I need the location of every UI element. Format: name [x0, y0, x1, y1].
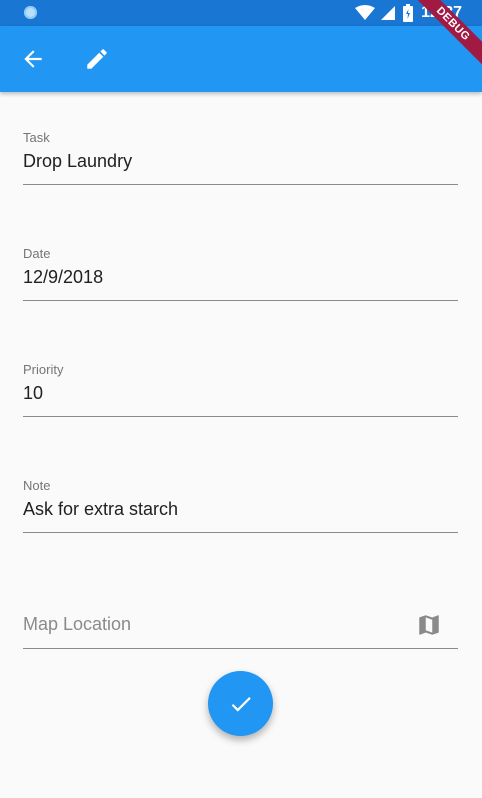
status-icons: 12:37	[355, 3, 462, 23]
note-field[interactable]: Note Ask for extra starch	[23, 478, 458, 533]
notification-dot-icon	[24, 6, 37, 19]
map-button[interactable]	[416, 612, 442, 638]
save-fab-button[interactable]	[208, 671, 273, 736]
task-field[interactable]: Task Drop Laundry	[23, 130, 458, 185]
priority-value: 10	[23, 383, 44, 403]
app-bar	[0, 26, 482, 92]
map-icon	[419, 615, 439, 635]
map-location-placeholder: Map Location	[23, 614, 132, 634]
check-icon	[231, 696, 251, 712]
task-label: Task	[23, 130, 50, 145]
task-value: Drop Laundry	[23, 151, 133, 171]
arrow-back-icon	[24, 50, 42, 68]
edit-pencil-icon	[87, 49, 107, 69]
date-field[interactable]: Date 12/9/2018	[23, 246, 458, 301]
battery-icon	[403, 4, 414, 22]
date-value: 12/9/2018	[23, 267, 104, 287]
wifi-icon	[355, 5, 376, 20]
map-location-field[interactable]: Map Location	[23, 582, 458, 649]
date-label: Date	[23, 246, 51, 261]
priority-field[interactable]: Priority 10	[23, 362, 458, 417]
status-bar: 12:37	[0, 0, 482, 26]
signal-icon	[381, 6, 396, 20]
back-button[interactable]	[20, 46, 46, 72]
status-time: 12:37	[421, 4, 462, 21]
note-label: Note	[23, 478, 51, 493]
priority-label: Priority	[23, 362, 64, 377]
note-value: Ask for extra starch	[23, 499, 179, 519]
edit-button[interactable]	[84, 46, 110, 72]
